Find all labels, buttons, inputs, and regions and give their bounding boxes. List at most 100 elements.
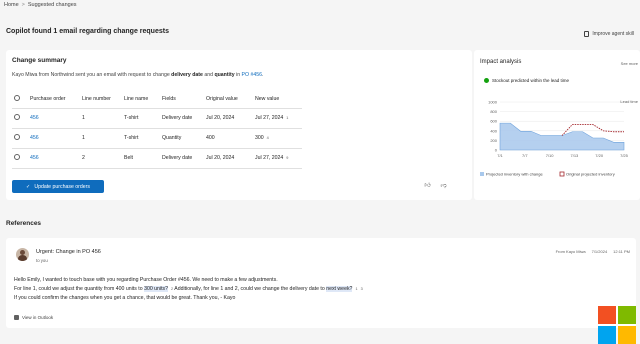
- legend-label-original: Original projected inventory: [566, 172, 615, 177]
- reference-badge[interactable]: 1: [286, 116, 288, 120]
- avatar: [16, 248, 29, 261]
- select-all-radio[interactable]: [14, 94, 20, 101]
- desc-bold-quantity: quantity: [214, 72, 235, 78]
- change-summary-description: Kayo Miwa from Northwind sent you an ema…: [12, 72, 263, 78]
- stockout-text: Stockout predicted within the lead time: [492, 78, 570, 83]
- email-time: 12:11 PM: [613, 249, 630, 254]
- inventory-chart: 1000 800 600 400 200 07/1 7/7 7/10 7/13 7/20 7/25 L…: [480, 99, 639, 177]
- cell-orig: Jul 20, 2024: [204, 108, 253, 129]
- reference-badge[interactable]: 4: [267, 136, 269, 140]
- table-row[interactable]: 456 1 T-shirt Delivery date Jul 20, 2024…: [12, 108, 302, 129]
- cell-new: Jul 27, 2024 9: [253, 148, 302, 169]
- cell-orig: 400: [204, 128, 253, 149]
- cell-name: T-shirt: [122, 128, 160, 149]
- y-tick-label: 1000: [488, 100, 498, 105]
- breadcrumb-separator: >: [21, 2, 25, 8]
- cell-line: 2: [80, 148, 122, 169]
- x-tick-label: 7/13: [571, 153, 580, 158]
- legend-label-projected: Projected inventory with change: [486, 172, 543, 177]
- series-projected-inventory-area: [499, 122, 625, 151]
- view-in-outlook-link[interactable]: View in Outlook: [14, 315, 53, 320]
- breadcrumb-home[interactable]: Home: [4, 2, 19, 8]
- breadcrumb: Home > Suggested changes: [0, 0, 640, 10]
- new-value: Jul 27, 2024: [255, 155, 284, 161]
- cell-line: 1: [80, 108, 122, 129]
- cell-name: T-shirt: [122, 108, 160, 129]
- cell-new: Jul 27, 2024 1: [253, 108, 302, 129]
- cell-po[interactable]: 456: [28, 108, 80, 129]
- desc-text-end: .: [262, 72, 264, 78]
- col-line-name: Line name: [122, 90, 160, 109]
- col-fields: Fields: [160, 90, 204, 109]
- email-text: For line 1, could we adjust the quantity…: [14, 286, 145, 292]
- row-radio[interactable]: [14, 134, 20, 140]
- y-tick-label: 200: [490, 138, 497, 143]
- table-row[interactable]: 456 1 T-shirt Quantity 400 300 4: [12, 128, 302, 149]
- email-from: From Kayo Miwa: [555, 249, 586, 254]
- cell-name: Belt: [122, 148, 160, 169]
- desc-text-in: in: [234, 72, 242, 78]
- update-purchase-orders-button[interactable]: ✓ Update purchase orders: [12, 180, 104, 193]
- impact-title: Impact analysis: [480, 59, 522, 65]
- highlight-quantity: 300 units?: [144, 286, 169, 292]
- thumbs-down-icon[interactable]: 👎︎: [440, 181, 447, 189]
- row-select-cell[interactable]: [12, 128, 28, 149]
- lead-time-label: Lead time: [620, 99, 638, 104]
- logo-square-blue: [598, 326, 616, 344]
- desc-text-and: and: [202, 72, 215, 78]
- po-link[interactable]: PO #456: [242, 72, 262, 78]
- x-tick-label: 7/7: [522, 153, 528, 158]
- changes-table: Purchase order Line number Line name Fie…: [12, 90, 302, 169]
- row-radio[interactable]: [14, 154, 20, 160]
- y-tick-label: 0: [495, 148, 498, 153]
- highlight-date: next week?: [326, 286, 353, 292]
- table-header-row: Purchase order Line number Line name Fie…: [12, 90, 302, 109]
- change-summary-card: Change summary Kayo Miwa from Northwind …: [6, 50, 472, 200]
- row-radio[interactable]: [14, 114, 20, 120]
- desc-bold-delivery: delivery date: [171, 72, 203, 78]
- col-original-value: Original value: [204, 90, 253, 109]
- x-tick-label: 7/10: [546, 153, 555, 158]
- legend-swatch-projected: [480, 172, 484, 176]
- x-tick-label: 7/25: [620, 153, 629, 158]
- improve-agent-skill-button[interactable]: Improve agent skill: [584, 31, 634, 37]
- cell-new: 300 4: [253, 128, 302, 149]
- reference-badge[interactable]: 2: [171, 287, 173, 291]
- breadcrumb-current: Suggested changes: [27, 2, 77, 8]
- email-line-2: For line 1, could we adjust the quantity…: [14, 285, 363, 294]
- select-all-cell[interactable]: [12, 90, 28, 109]
- reference-badge[interactable]: 9: [286, 156, 288, 160]
- email-text: Additionally, for line 1 and 2, could we…: [174, 286, 327, 292]
- logo-square-yellow: [618, 326, 636, 344]
- col-line-number: Line number: [80, 90, 122, 109]
- cell-field: Quantity: [160, 128, 204, 149]
- x-tick-label: 7/20: [595, 153, 604, 158]
- cell-po[interactable]: 456: [28, 128, 80, 149]
- legend-swatch-original: [559, 171, 565, 177]
- update-button-label: Update purchase orders: [34, 183, 90, 190]
- cell-po[interactable]: 456: [28, 148, 80, 169]
- new-value: 300: [255, 135, 264, 141]
- x-tick-label: 7/1: [497, 153, 503, 158]
- y-tick-label: 600: [490, 119, 497, 124]
- stockout-status: Stockout predicted within the lead time: [484, 78, 569, 83]
- email-line-3: If you could confirm the changes when yo…: [14, 295, 236, 301]
- col-purchase-order: Purchase order: [28, 90, 80, 109]
- logo-square-red: [598, 306, 616, 324]
- reference-badge[interactable]: 3: [361, 287, 363, 291]
- page-title: Copilot found 1 email regarding change r…: [6, 28, 169, 35]
- logo-square-green: [618, 306, 636, 324]
- thumbs-up-icon[interactable]: 👍︎: [424, 181, 431, 189]
- table-row[interactable]: 456 2 Belt Delivery date Jul 20, 2024 Ju…: [12, 148, 302, 169]
- row-select-cell[interactable]: [12, 148, 28, 169]
- email-body: Hello Emily, I wanted to touch base with…: [14, 276, 363, 303]
- see-more-link[interactable]: See more: [621, 61, 638, 66]
- outlook-icon: [14, 315, 19, 320]
- status-dot-icon: [484, 78, 489, 83]
- email-reference-card[interactable]: Urgent: Change in PO 456 to you From Kay…: [6, 238, 636, 328]
- references-title: References: [6, 220, 42, 227]
- reference-badge[interactable]: 1: [355, 287, 357, 291]
- microsoft-logo: [598, 306, 636, 344]
- impact-analysis-card: Impact analysis See more Stockout predic…: [474, 50, 640, 200]
- row-select-cell[interactable]: [12, 108, 28, 129]
